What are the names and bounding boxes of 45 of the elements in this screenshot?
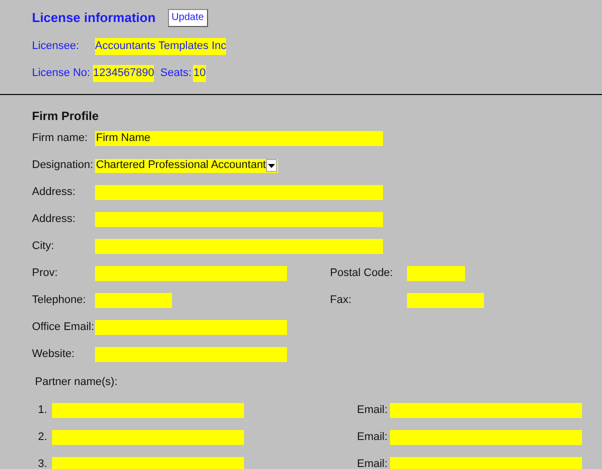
field-label: Designation: (32, 158, 94, 174)
input-field[interactable] (52, 430, 244, 445)
field-label: Postal Code: (330, 266, 394, 282)
input-field[interactable] (407, 266, 465, 281)
input-field[interactable]: Firm Name (95, 131, 383, 146)
field-label: License No: (32, 66, 90, 82)
field-label: Licensee: (32, 39, 80, 54)
licensee-value: Accountants Templates Inc (95, 38, 226, 55)
input-field[interactable] (95, 320, 287, 335)
input-field[interactable] (95, 266, 287, 281)
input-field[interactable] (52, 457, 244, 469)
field-label: Address: (32, 185, 76, 200)
field-label: Telephone: (32, 293, 87, 308)
field-label: Fax: (330, 293, 352, 308)
dropdown-field[interactable]: Chartered Professional Accountant (95, 158, 278, 172)
input-field[interactable] (95, 185, 383, 200)
section-label: Partner name(s): (35, 375, 118, 390)
field-label: Seats: (160, 66, 192, 82)
field-label: Email: (357, 403, 389, 418)
section-title: License information (32, 9, 156, 28)
row-number: 3. (37, 457, 48, 469)
field-label: Firm name: (32, 131, 89, 146)
input-field[interactable] (390, 403, 582, 418)
input-field[interactable] (52, 403, 244, 418)
update-button[interactable]: Update (168, 9, 208, 27)
field-label: Office Email: (32, 320, 95, 336)
license-number: 1234567890 (93, 65, 154, 82)
seats-value: 10 (193, 65, 206, 82)
input-field[interactable] (407, 293, 484, 308)
caret-icon (266, 159, 277, 172)
field-label: Website: (32, 347, 76, 362)
input-field[interactable] (95, 347, 287, 362)
input-field[interactable] (95, 239, 383, 254)
field-label: Email: (357, 430, 389, 446)
section-title: Firm Profile (32, 108, 100, 125)
field-label: Email: (357, 457, 389, 469)
field-label: Address: (32, 212, 76, 228)
input-field[interactable] (390, 457, 582, 469)
field-label: Prov: (32, 266, 59, 282)
input-field[interactable] (390, 430, 582, 445)
row-number: 2. (37, 430, 48, 446)
row-number: 1. (37, 403, 48, 418)
input-field[interactable] (95, 293, 172, 308)
input-field[interactable] (95, 212, 383, 227)
field-label: City: (32, 239, 55, 254)
